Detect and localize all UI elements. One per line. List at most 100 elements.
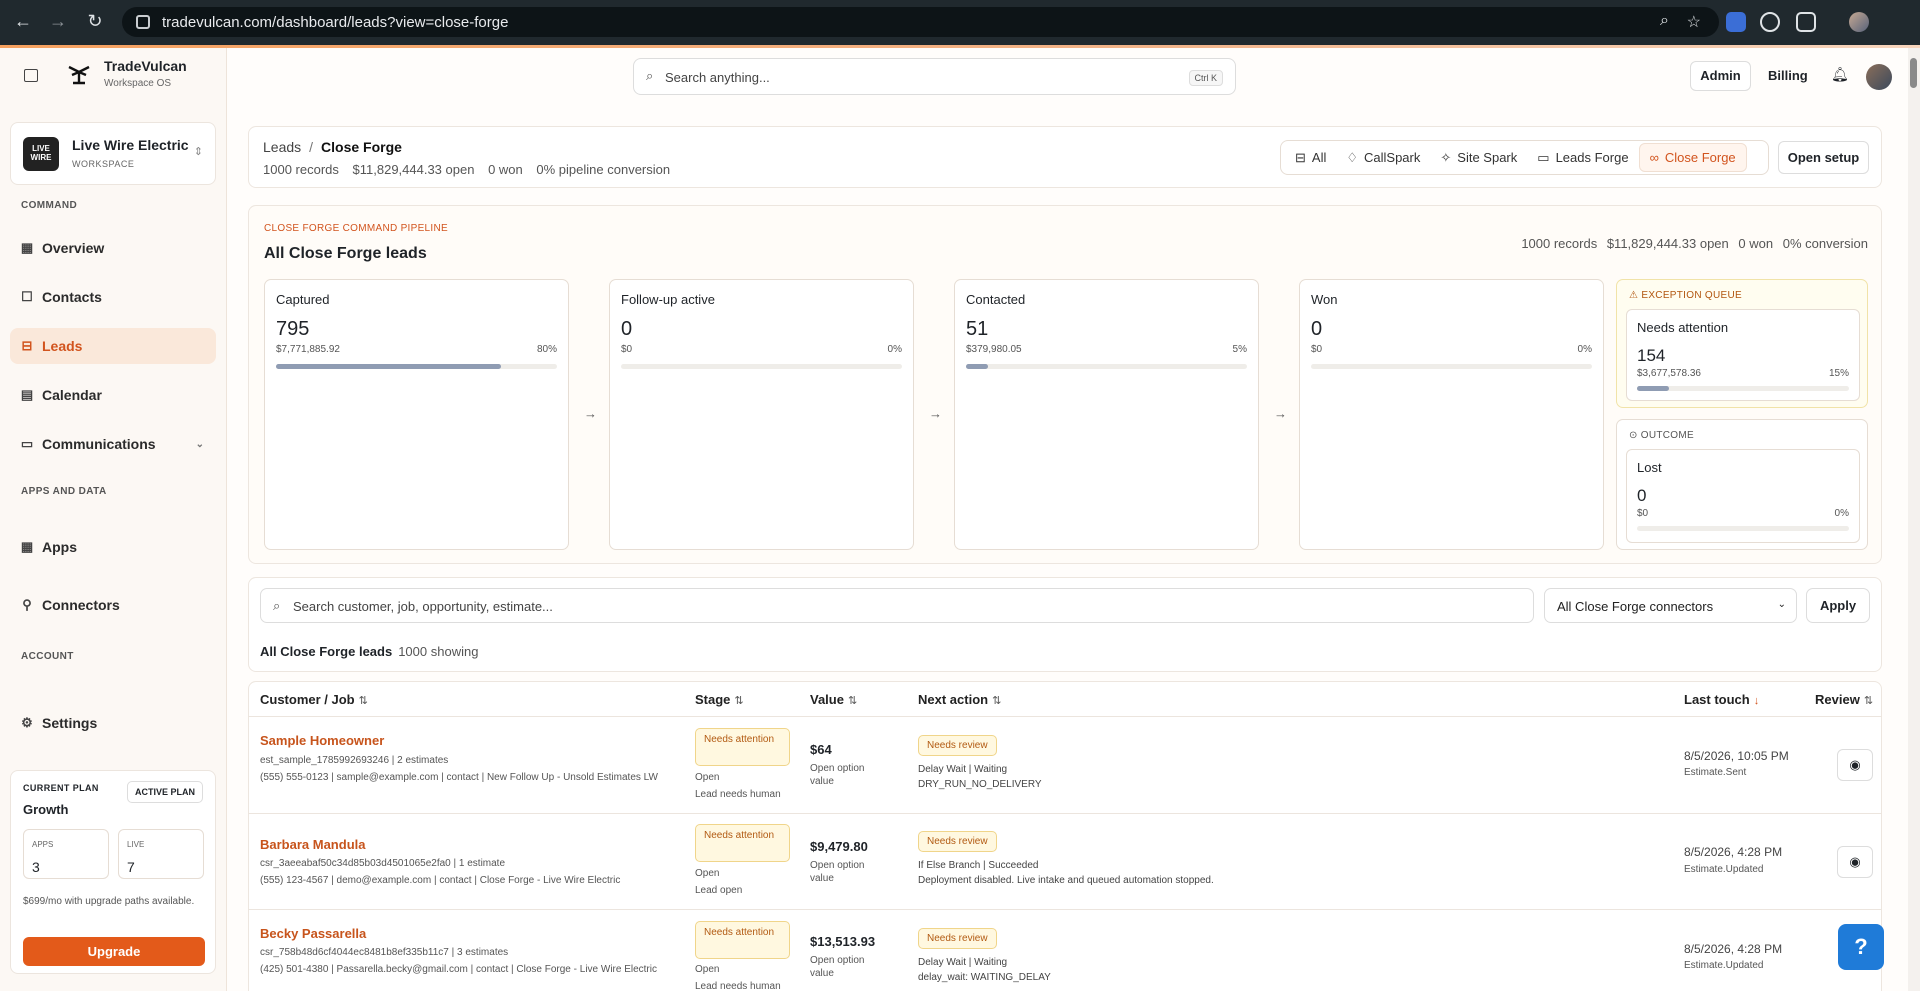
tab-leads-forge[interactable]: ▭ Leads Forge <box>1527 144 1638 172</box>
page-scrollbar[interactable] <box>1908 48 1920 991</box>
user-avatar[interactable] <box>1866 64 1892 90</box>
table-header: Customer / Job ⇅ Stage ⇅ Value ⇅ Next actio… <box>248 682 1882 717</box>
col-last-touch[interactable]: Last touch ↓ <box>1684 692 1759 707</box>
col-customer[interactable]: Customer / Job ⇅ <box>260 692 368 707</box>
sidebar-item-communications[interactable]: ▭ Communications ⌄ <box>10 426 216 462</box>
current-plan-label: CURRENT PLAN <box>23 783 99 793</box>
stage-card-needs-attention[interactable]: Needs attention 154 $3,677,578.36 15% <box>1626 309 1860 401</box>
review-eye-button[interactable]: ◉ <box>1837 749 1873 781</box>
sidebar-item-calendar[interactable]: ▤ Calendar <box>10 377 216 413</box>
sidebar-toggle-icon[interactable] <box>24 69 38 82</box>
breadcrumb-root[interactable]: Leads <box>263 139 301 155</box>
col-label: Value <box>810 692 844 707</box>
tab-all[interactable]: ⊟ All <box>1285 144 1336 172</box>
stage-card-follow-up[interactable]: Follow-up active 0 $0 0% <box>609 279 914 550</box>
zoom-icon[interactable]: ⌕ <box>1660 12 1669 30</box>
upgrade-button[interactable]: Upgrade <box>23 937 205 966</box>
next-action-badge: Needs review <box>918 928 997 949</box>
billing-link[interactable]: Billing <box>1768 68 1808 83</box>
sort-icon: ⇅ <box>358 695 368 707</box>
stage-progress-bar <box>1637 526 1849 531</box>
showing-count: 1000 showing <box>398 644 479 659</box>
col-value[interactable]: Value ⇅ <box>810 692 857 707</box>
customer-name-link[interactable]: Sample Homeowner <box>260 733 384 748</box>
stage-progress-bar <box>276 364 557 369</box>
stage-percent: 5% <box>1232 344 1247 355</box>
exception-queue-panel: ⚠ EXCEPTION QUEUE Needs attention 154 $3… <box>1616 279 1868 408</box>
next-action-line: Deployment disabled. Live intake and que… <box>918 875 1214 886</box>
table-row[interactable]: Barbara Mandula csr_3aeeabaf50c34d85b03d… <box>248 814 1882 910</box>
extension-icon[interactable] <box>1726 12 1746 32</box>
tab-site-spark[interactable]: ✧ Site Spark <box>1430 144 1527 172</box>
eye-icon: ◉ <box>1849 854 1861 869</box>
stage-card-contacted[interactable]: Contacted 51 $379,980.05 5% <box>954 279 1259 550</box>
sidebar-item-leads[interactable]: ⊟ Leads <box>10 328 216 364</box>
next-action-detail: Delay Wait | Waiting DRY_RUN_NO_DELIVERY <box>918 762 1042 792</box>
stage-card-won[interactable]: Won 0 $0 0% <box>1299 279 1604 550</box>
open-setup-button[interactable]: Open setup <box>1778 141 1869 174</box>
sort-desc-icon: ↓ <box>1753 695 1760 707</box>
connector-select[interactable]: All Close Forge connectors ⌄ <box>1544 588 1797 623</box>
stage-card-lost[interactable]: Lost 0 $0 0% <box>1626 449 1860 543</box>
stage-card-captured[interactable]: Captured 795 $7,771,885.92 80% <box>264 279 569 550</box>
last-touch-event: Estimate.Updated <box>1684 864 1764 875</box>
forward-icon[interactable]: → <box>47 11 69 32</box>
col-stage[interactable]: Stage ⇅ <box>695 692 744 707</box>
value-amount: $64 <box>810 742 832 757</box>
tab-callspark[interactable]: ♢ CallSpark <box>1336 144 1430 172</box>
stage-count: 0 <box>1311 318 1323 340</box>
next-action-line: Delay Wait | Waiting <box>918 957 1008 968</box>
sidebar-item-label: Overview <box>42 240 105 256</box>
stage-amount: $7,771,885.92 <box>276 344 340 355</box>
table-row[interactable]: Sample Homeowner est_sample_178599269324… <box>248 717 1882 814</box>
profile-avatar-icon[interactable] <box>1849 12 1869 32</box>
puzzle-extensions-icon[interactable] <box>1796 12 1816 32</box>
sidebar-item-settings[interactable]: ⚙ Settings <box>10 705 216 741</box>
scrollbar-thumb[interactable] <box>1910 58 1917 88</box>
value-note: Open option value <box>810 860 865 884</box>
stat-won: 0 won <box>488 162 523 177</box>
search-icon: ⌕ <box>273 598 281 613</box>
notifications-bell-icon[interactable]: 🔔︎ <box>1831 66 1849 83</box>
stage-status: Open <box>695 868 720 879</box>
bookmark-star-icon[interactable]: ☆ <box>1687 12 1701 32</box>
customer-name-link[interactable]: Becky Passarella <box>260 926 366 941</box>
apply-button[interactable]: Apply <box>1806 588 1870 623</box>
message-icon: ▭ <box>1537 149 1550 165</box>
col-review[interactable]: Review ⇅ <box>1815 692 1873 707</box>
next-action-line: delay_wait: WAITING_DELAY <box>918 972 1051 983</box>
chat-icon: ▭ <box>20 436 34 451</box>
global-search-input[interactable]: ⌕ Search anything... Ctrl K <box>633 58 1236 95</box>
tab-close-forge[interactable]: ∞ Close Forge <box>1638 143 1747 172</box>
value-amount: $13,513.93 <box>810 934 876 949</box>
back-icon[interactable]: ← <box>12 11 34 32</box>
stage-detail: Open Lead needs human <box>695 769 781 803</box>
workspace-switcher[interactable]: LIVE WIRE Live Wire Electric WORKSPACE ⇕ <box>10 122 216 185</box>
brand: TradeVulcan Workspace OS <box>104 58 187 89</box>
sidebar-item-apps[interactable]: ▦ Apps <box>10 529 216 565</box>
sidebar-item-connectors[interactable]: ⚲ Connectors <box>10 587 216 623</box>
reload-icon[interactable]: ↻ <box>84 11 106 32</box>
admin-button[interactable]: Admin <box>1690 61 1751 91</box>
sidebar-item-overview[interactable]: ▦ Overview <box>10 230 216 266</box>
stage-amount: $0 <box>621 344 633 355</box>
leads-search-input[interactable]: ⌕ Search customer, job, opportunity, est… <box>260 588 1534 623</box>
customer-name-link[interactable]: Barbara Mandula <box>260 837 365 852</box>
address-bar[interactable]: tradevulcan.com/dashboard/leads?view=clo… <box>122 7 1719 37</box>
stage-progress-bar <box>1637 386 1849 391</box>
tab-label: CallSpark <box>1364 150 1421 165</box>
brand-name: TradeVulcan <box>104 58 187 74</box>
sidebar-item-contacts[interactable]: ☐ Contacts <box>10 279 216 315</box>
value-note: Open option value <box>810 763 865 787</box>
review-eye-button[interactable]: ◉ <box>1837 846 1873 878</box>
showing-summary: All Close Forge leads 1000 showing <box>260 644 478 659</box>
table-row[interactable]: Becky Passarella csr_758b48d6cf4044ec848… <box>248 910 1882 991</box>
site-info-icon[interactable] <box>136 15 150 29</box>
last-touch-event: Estimate.Sent <box>1684 767 1747 778</box>
col-label: Last touch <box>1684 692 1750 707</box>
openai-extension-icon[interactable] <box>1760 12 1780 32</box>
bell-icon: ♢ <box>1346 149 1359 165</box>
plan-card: CURRENT PLAN Growth ACTIVE PLAN APPS 3 L… <box>10 770 216 974</box>
col-next-action[interactable]: Next action ⇅ <box>918 692 1001 707</box>
help-button[interactable]: ? <box>1838 924 1884 970</box>
